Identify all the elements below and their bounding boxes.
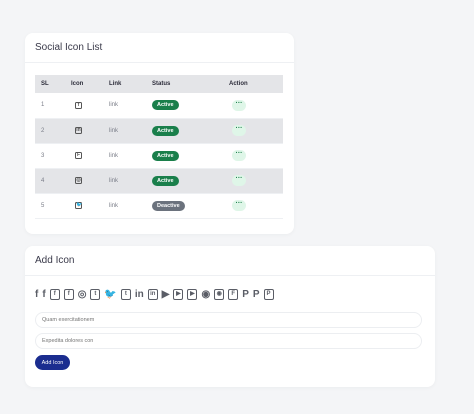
status-badge: Active (152, 150, 179, 161)
status-badge: Active (152, 175, 179, 186)
twitter-icon[interactable]: 🐦 (104, 289, 116, 300)
row-sl: 1 (41, 102, 45, 109)
twitch-icon[interactable]: t (90, 289, 101, 300)
linkedin-square-icon: in (75, 127, 82, 134)
social-icon-table: SL Icon Link Status Action 1 f link Active ·… (35, 75, 283, 219)
linkedin-icon[interactable]: in (135, 289, 144, 300)
facebook-square-icon[interactable]: f (49, 289, 60, 300)
table-row: 4 ◎ link Active ··· (35, 168, 283, 193)
column-header-sl: SL (41, 81, 49, 87)
pinterest-p-icon[interactable]: P (253, 289, 260, 300)
card-title: Social Icon List (25, 33, 294, 63)
facebook-f-icon[interactable]: f (35, 289, 38, 300)
row-actions-button[interactable]: ··· (232, 125, 246, 136)
facebook-icon[interactable]: f (42, 289, 45, 300)
row-link[interactable]: link (106, 93, 149, 118)
instagram-icon[interactable]: ◎ (78, 289, 87, 300)
column-header-status: Status (152, 81, 171, 87)
row-actions-button[interactable]: ··· (232, 99, 246, 111)
row-link[interactable]: link (106, 143, 149, 168)
foursquare-icon[interactable]: F (228, 289, 239, 300)
row-sl: 4 (41, 177, 45, 184)
status-badge: Deactive (152, 200, 185, 211)
twitter-square-icon[interactable]: t (120, 289, 131, 300)
row-sl: 2 (41, 127, 45, 134)
table-row: 2 in link Active ··· (35, 118, 283, 143)
row-link[interactable]: link (106, 118, 149, 143)
youtube-square-icon[interactable]: ▶ (187, 289, 198, 300)
icon-picker: f f f f ◎ t 🐦 t in in ▶ ▶ ▶ ◉ ◉ F P P P (35, 289, 274, 300)
facebook-square-icon: f (75, 101, 82, 109)
icon-link-field[interactable] (35, 333, 422, 349)
pinterest-square-icon[interactable]: P (263, 289, 274, 300)
card-title: Add Icon (25, 246, 435, 276)
table-header-row: SL Icon Link Status Action (35, 75, 283, 93)
row-link[interactable]: link (106, 193, 149, 218)
icon-name-field[interactable] (35, 312, 422, 328)
youtube-play-icon[interactable]: ▶ (173, 289, 184, 300)
github-icon[interactable]: ◉ (201, 289, 210, 300)
status-badge: Active (152, 125, 179, 136)
table-row: 1 f link Active ··· (35, 93, 283, 118)
row-sl: 3 (41, 152, 45, 159)
social-icon-list-card: Social Icon List SL Icon Link Status Act… (25, 33, 294, 234)
column-header-icon: Icon (71, 81, 84, 87)
column-header-link: Link (109, 81, 122, 87)
youtube-icon[interactable]: ▶ (162, 289, 170, 300)
table-row: 5 🐦 link Deactive ··· (35, 193, 283, 218)
linkedin-square-icon[interactable]: in (147, 289, 158, 300)
row-actions-button[interactable]: ··· (232, 200, 246, 211)
github-square-icon[interactable]: ◉ (214, 289, 225, 300)
row-sl: 5 (41, 202, 45, 209)
pinterest-icon[interactable]: P (242, 289, 249, 300)
column-header-action: Action (229, 81, 248, 87)
row-actions-button[interactable]: ··· (232, 150, 246, 161)
add-icon-button[interactable]: Add Icon (35, 355, 70, 370)
add-icon-card: Add Icon ffff◎t🐦tinin▶▶▶◉◉FPPP Add Icon (25, 246, 435, 387)
foursquare-icon: F (75, 152, 82, 159)
table-row: 3 Flink Active ··· (35, 143, 283, 168)
twitter-icon: 🐦 (75, 202, 83, 209)
status-badge: Active (152, 100, 179, 111)
instagram-icon: ◎ (75, 177, 82, 184)
row-link[interactable]: link (106, 168, 149, 193)
row-actions-button[interactable]: ··· (232, 175, 246, 186)
facebook-square-alt-icon[interactable]: f (63, 289, 74, 300)
